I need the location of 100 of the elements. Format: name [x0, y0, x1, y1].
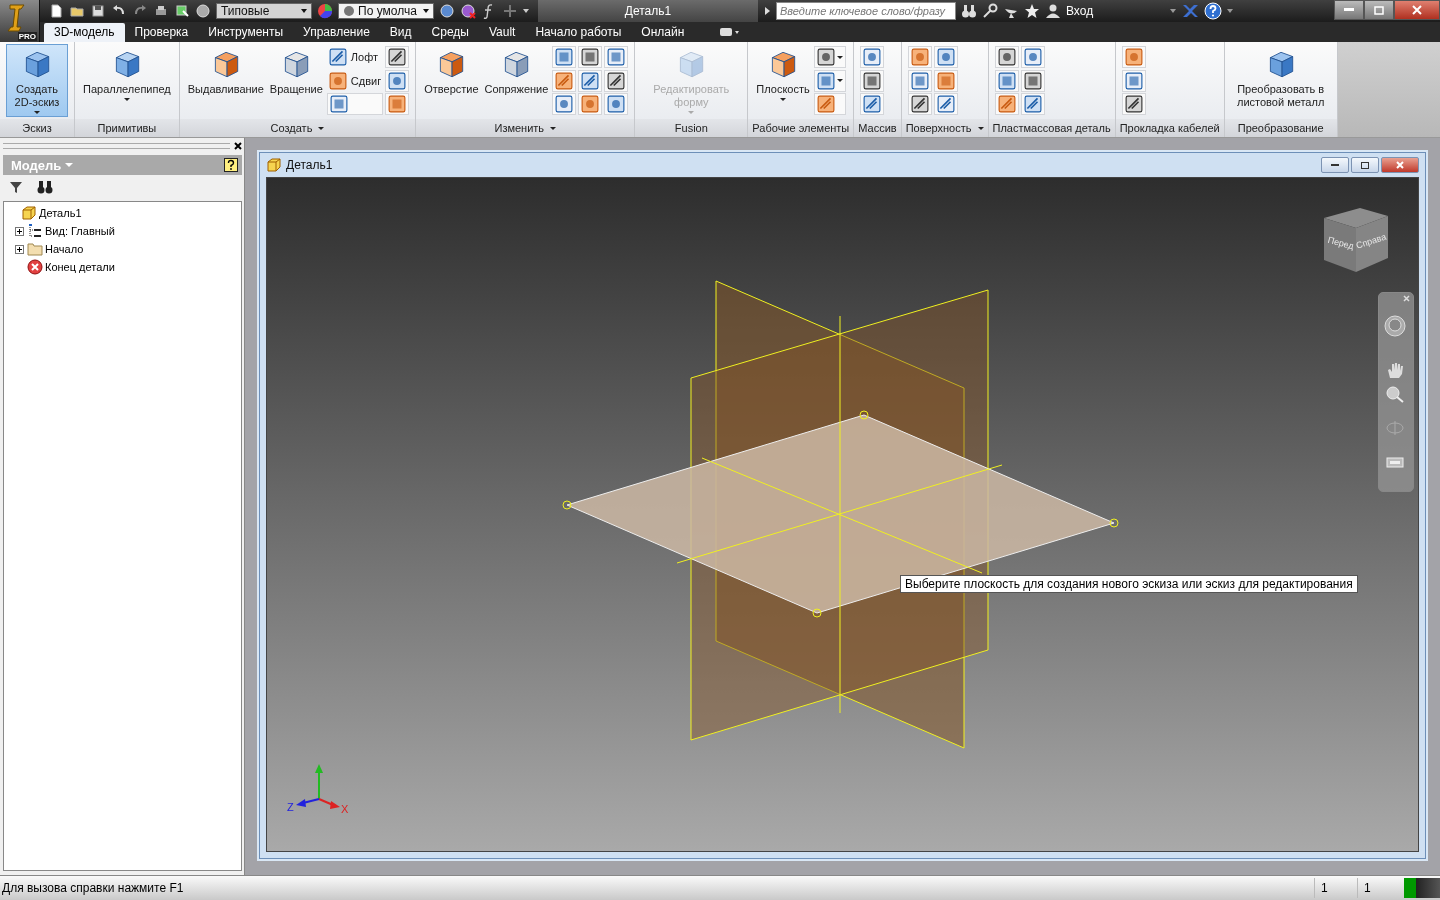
help-icon[interactable] — [224, 158, 238, 172]
tree-item[interactable]: Конец детали — [45, 261, 115, 273]
caret-icon[interactable] — [1170, 9, 1177, 13]
tool-icon — [328, 71, 347, 90]
user-icon[interactable] — [1045, 3, 1061, 19]
tool-icon — [1124, 95, 1143, 113]
tool-button[interactable] — [813, 46, 846, 68]
restore-button[interactable] — [1351, 157, 1379, 173]
select-icon[interactable] — [174, 3, 190, 19]
binoculars-icon[interactable] — [37, 180, 53, 194]
ribbon-button[interactable]: Лофт — [326, 46, 384, 68]
restore-icon — [1361, 161, 1369, 169]
appearance-dropdown[interactable]: По умолча — [338, 3, 434, 19]
tool-icon — [581, 95, 600, 113]
tool-button[interactable] — [907, 93, 932, 115]
steering-wheel-icon[interactable] — [1384, 315, 1406, 337]
tree-item[interactable]: Вид: Главный — [45, 225, 115, 237]
tool-icon — [910, 48, 929, 66]
expand-button[interactable] — [13, 244, 25, 254]
plus-icon[interactable] — [502, 3, 518, 19]
tree-item[interactable]: Деталь1 — [39, 207, 82, 219]
ribbon-button[interactable]: Выдавливание — [185, 44, 266, 117]
application-menu-button[interactable]: PRO — [0, 0, 40, 42]
status-field: 1 — [1314, 878, 1357, 898]
ribbon-button[interactable]: Создать 2D-эскиз — [6, 44, 68, 117]
panel-title[interactable]: Создать — [179, 119, 416, 137]
zoom-icon[interactable] — [1385, 385, 1405, 403]
panel-title[interactable]: Поверхность — [901, 119, 988, 137]
filter-icon[interactable] — [9, 180, 23, 194]
caret-icon[interactable] — [763, 6, 771, 16]
ribbon-button[interactable]: Вращение — [267, 44, 325, 117]
edition-label: PRO — [17, 32, 37, 41]
ribbon-tab[interactable]: Инструменты — [198, 23, 294, 42]
tool-icon — [1023, 95, 1042, 113]
ribbon-button[interactable]: Отверстие — [422, 44, 481, 117]
minimize-button[interactable] — [1321, 157, 1349, 173]
document-title: Деталь1 — [286, 158, 333, 172]
panel-title: Массив — [854, 119, 901, 137]
caret-icon[interactable] — [523, 9, 529, 13]
material-icon[interactable] — [195, 3, 211, 19]
tool-icon — [863, 95, 882, 113]
ribbon-tab[interactable]: Управление — [293, 23, 380, 42]
graphics-viewport[interactable]: Перед Справа Z X Выберите плоскость для создания нового эскиза или эскиз для редактирования — [266, 177, 1419, 852]
caret-icon[interactable] — [1227, 9, 1234, 13]
view-cube[interactable]: Перед Справа — [1320, 204, 1392, 276]
close-button[interactable] — [1394, 0, 1440, 20]
tool-icon — [581, 71, 600, 90]
tool-button[interactable] — [578, 46, 603, 68]
globe-icon[interactable] — [439, 3, 455, 19]
ribbon-tab[interactable]: Онлайн — [631, 23, 695, 42]
globe-icon[interactable] — [460, 3, 476, 19]
ribbon-tab[interactable]: Вид — [379, 23, 422, 42]
new-file-icon[interactable] — [48, 3, 64, 19]
panel-title[interactable]: Изменить — [416, 119, 635, 137]
logo-icon — [6, 2, 28, 32]
tool-icon — [329, 95, 348, 113]
ribbon-button[interactable]: Сопряжение — [482, 44, 551, 117]
pan-hand-icon[interactable] — [1385, 361, 1405, 379]
sign-in-link[interactable]: Вход — [1066, 4, 1094, 18]
ribbon-tab[interactable]: 3D-модель — [44, 23, 125, 42]
camera-icon[interactable] — [718, 25, 741, 39]
save-icon[interactable] — [90, 3, 106, 19]
style-dropdown[interactable]: Типовые — [216, 3, 312, 19]
tool-icon — [328, 48, 347, 66]
tool-button[interactable] — [385, 46, 410, 68]
tree-structure-icon — [27, 223, 43, 239]
close-button[interactable] — [1381, 157, 1419, 173]
restore-button[interactable] — [1364, 0, 1394, 20]
tool-button[interactable] — [578, 69, 603, 92]
tool-button[interactable] — [1121, 93, 1146, 115]
tool-button[interactable] — [860, 93, 885, 115]
binoculars-icon[interactable] — [961, 3, 977, 19]
ribbon-tab[interactable]: Среды — [421, 23, 479, 42]
star-icon[interactable] — [1024, 3, 1040, 19]
ribbon-button[interactable]: Сдвиг — [326, 69, 384, 92]
tree-item[interactable]: Начало — [45, 243, 84, 255]
ribbon-button[interactable]: Плоскость — [754, 44, 812, 117]
tool-button[interactable] — [1020, 93, 1045, 115]
ribbon-tab[interactable]: Проверка — [124, 23, 199, 42]
ribbon-button[interactable]: Преобразовать в листовой металл — [1230, 44, 1331, 117]
tool-button[interactable] — [933, 93, 958, 115]
tool-icon — [607, 71, 626, 90]
close-icon[interactable] — [234, 142, 242, 150]
expand-button[interactable] — [13, 226, 25, 236]
tool-icon — [1023, 71, 1042, 90]
ribbon-button[interactable]: Параллелепипед — [81, 44, 173, 117]
tool-icon — [910, 71, 929, 90]
tool-button[interactable] — [860, 69, 885, 92]
x-axis-arrow — [318, 798, 340, 809]
tool-button[interactable] — [1020, 69, 1045, 92]
ribbon-tab[interactable]: Vault — [478, 23, 526, 42]
key-icon[interactable] — [982, 3, 998, 19]
tool-icon — [863, 71, 882, 90]
tool-button[interactable] — [994, 46, 1019, 68]
ribbon-tab[interactable]: Начало работы — [525, 23, 632, 42]
color-wheel-icon[interactable] — [317, 3, 333, 19]
tool-button[interactable] — [604, 69, 629, 92]
minimize-button[interactable] — [1334, 0, 1364, 20]
search-field[interactable]: Введите ключевое слово/фразу — [776, 2, 956, 20]
exchange-x-icon[interactable] — [1181, 3, 1200, 19]
